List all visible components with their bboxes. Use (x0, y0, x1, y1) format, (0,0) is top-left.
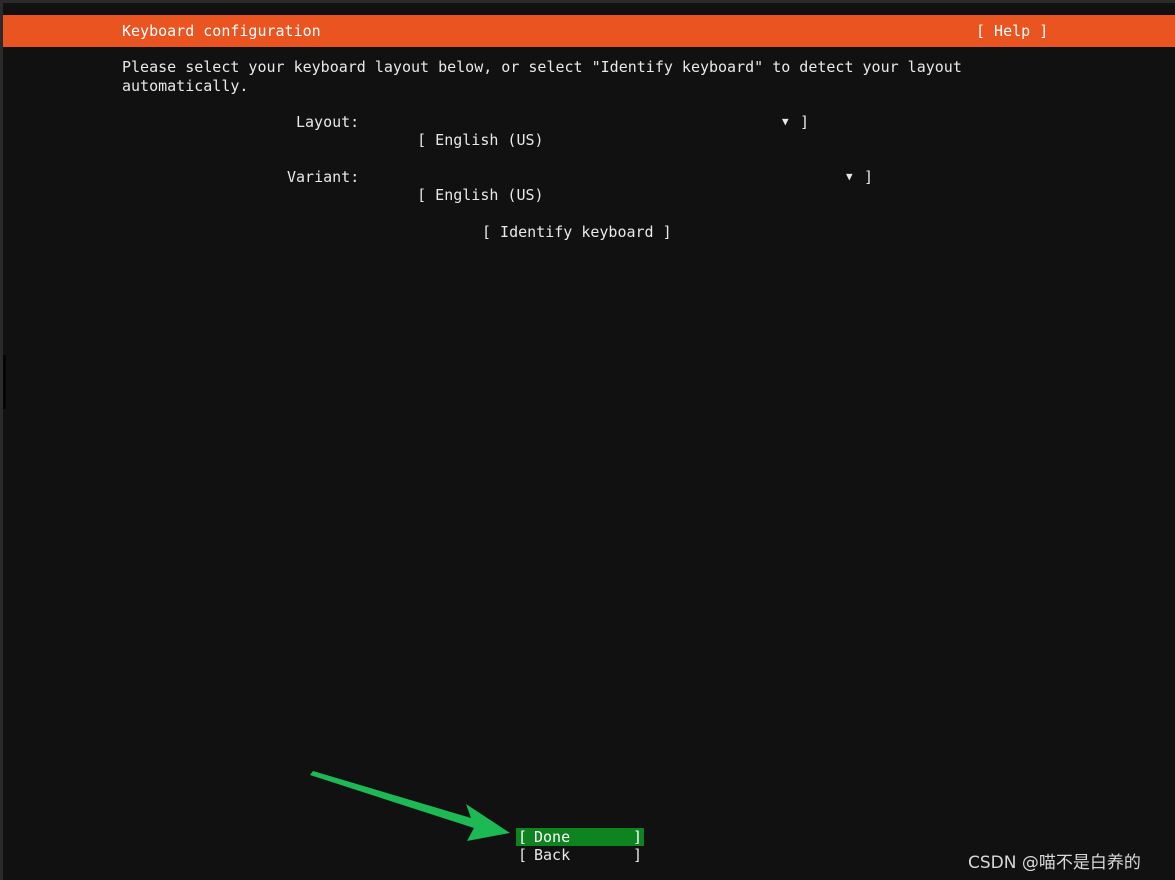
edge-shadow (3, 355, 6, 409)
green-arrow-shape (310, 771, 510, 841)
done-button[interactable]: [ Done ] (516, 828, 644, 846)
dropdown-arrow-icon: ▼ (846, 170, 853, 183)
done-close-bracket: ] (632, 828, 642, 846)
header-bar: Keyboard configuration [ Help ] (3, 15, 1175, 47)
watermark-text: CSDN @喵不是白养的 (968, 853, 1141, 873)
variant-select-close-bracket: ] (864, 168, 874, 186)
help-button[interactable]: [ Help ] (976, 22, 1048, 40)
done-open-bracket: [ (518, 828, 528, 846)
variant-label: Variant: (287, 168, 360, 186)
back-label: Back (534, 846, 571, 864)
layout-select-value: [ English (US) (417, 131, 544, 149)
page-title: Keyboard configuration (122, 22, 321, 40)
installer-screen: Keyboard configuration [ Help ] Please s… (3, 3, 1175, 880)
back-open-bracket: [ (518, 846, 528, 864)
dropdown-arrow-icon: ▼ (782, 115, 789, 128)
layout-select[interactable]: [ English (US) ▼ ] (381, 113, 811, 149)
back-button[interactable]: [ Back ] (516, 846, 644, 864)
annotation-arrow-icon (310, 771, 510, 841)
identify-keyboard-button[interactable]: [ Identify keyboard ] (482, 223, 672, 241)
instructions-text: Please select your keyboard layout below… (122, 58, 971, 95)
variant-select-value: [ English (US) (417, 186, 544, 204)
layout-select-close-bracket: ] (800, 113, 810, 131)
layout-label: Layout: (296, 113, 360, 131)
back-close-bracket: ] (632, 846, 642, 864)
done-label: Done (534, 828, 571, 846)
variant-select[interactable]: [ English (US) ▼ ] (381, 168, 876, 204)
